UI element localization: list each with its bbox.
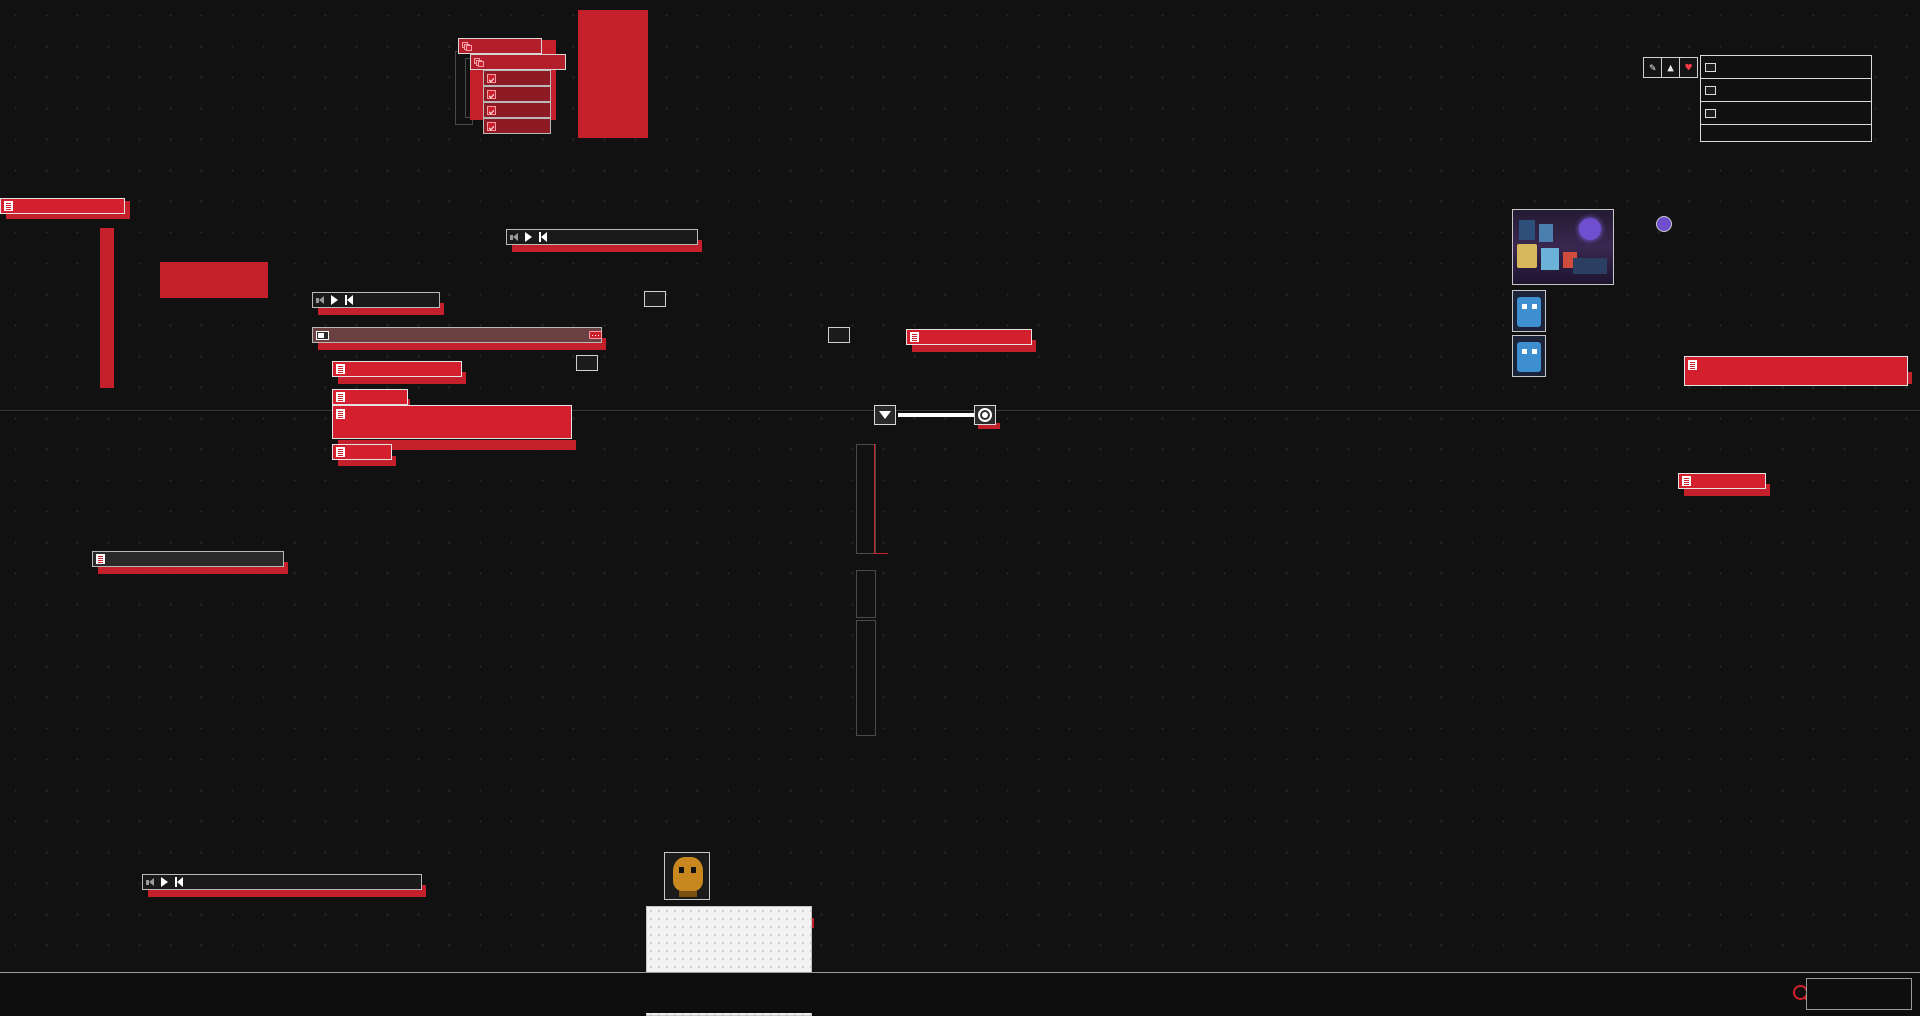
rewind-icon[interactable] [172,877,183,887]
image-icon [96,554,105,564]
note-card[interactable] [332,389,408,405]
task-card[interactable] [483,86,551,102]
note-icon [336,409,345,419]
edit-board-icon[interactable]: ✎ [1643,57,1662,78]
note-card[interactable] [906,329,1032,345]
board-icon [1705,108,1716,118]
speaker-icon[interactable] [510,232,521,242]
card-shadow [100,228,114,388]
play-icon[interactable] [330,295,339,305]
board-item-0[interactable] [1700,55,1872,79]
note-icon [1682,476,1691,486]
board-canvas[interactable] [0,0,1920,1013]
connector-line [874,444,875,554]
note-card[interactable] [0,198,125,214]
empty-task-card[interactable] [644,291,666,307]
board-toolbar[interactable]: ✎ ▲ ♥ [1643,57,1698,78]
zoom-slider[interactable] [874,405,1002,429]
task-card[interactable] [470,54,566,70]
note-card[interactable] [1678,473,1766,489]
subtask-bracket [856,444,876,554]
sound-card[interactable] [142,874,422,890]
note-icon [1688,360,1697,370]
progress-note-card[interactable] [312,327,602,343]
note-card[interactable] [1684,356,1908,386]
pixel-art-image[interactable] [1512,209,1614,285]
checkbox-icon[interactable] [487,73,496,83]
rewind-icon[interactable] [342,295,353,305]
speaker-icon[interactable] [316,295,327,305]
board-item-2[interactable] [1700,101,1872,125]
note-icon [336,364,345,374]
board-icon [1705,85,1716,95]
favorite-icon[interactable]: ♥ [1679,57,1698,78]
status-bar [0,972,1920,1013]
zoom-collapse-handle[interactable] [874,405,896,425]
board-icon [1705,62,1716,72]
connector-line [874,553,888,554]
note-card[interactable] [332,361,462,377]
zoom-knob[interactable] [974,405,996,425]
checkbox-icon[interactable] [487,89,496,99]
pixel-art-image[interactable] [1656,216,1672,232]
note-icon [336,392,345,402]
note-card[interactable] [332,405,572,439]
checkbox-icon[interactable] [487,121,496,131]
note-icon [910,332,919,342]
board-list[interactable] [1700,55,1872,142]
task-card[interactable] [483,102,551,118]
image-card[interactable] [92,551,284,567]
play-icon[interactable] [160,877,169,887]
collapse-icon[interactable]: ▲ [1661,57,1680,78]
description-badge-icon[interactable] [589,331,602,339]
search-input[interactable] [1806,978,1912,1010]
subtask-bracket [856,620,876,736]
pixel-art-image[interactable] [664,852,710,900]
sound-card[interactable] [312,292,440,308]
task-card[interactable] [458,38,542,54]
play-icon[interactable] [524,232,533,242]
pixel-art-image[interactable] [1512,290,1546,332]
zoom-track[interactable] [898,413,976,417]
note-card[interactable] [332,444,392,460]
subtask-bracket [856,570,876,618]
task-card[interactable] [483,118,551,134]
sound-card[interactable] [506,229,698,245]
progress-icon [316,330,329,340]
task-card[interactable] [483,70,551,86]
rewind-icon[interactable] [536,232,547,242]
note-icon [336,447,345,457]
empty-task-card[interactable] [828,327,850,343]
stack-icon [462,41,472,51]
card-shadow [578,10,648,138]
board-item-1[interactable] [1700,78,1872,102]
speaker-icon[interactable] [146,877,157,887]
note-icon [4,201,13,211]
stack-icon [474,57,484,67]
add-board-button[interactable] [1700,124,1872,142]
pixel-art-image[interactable] [1512,335,1546,377]
card-shadow [160,262,268,298]
empty-task-card[interactable] [576,355,598,371]
checkbox-icon[interactable] [487,105,496,115]
